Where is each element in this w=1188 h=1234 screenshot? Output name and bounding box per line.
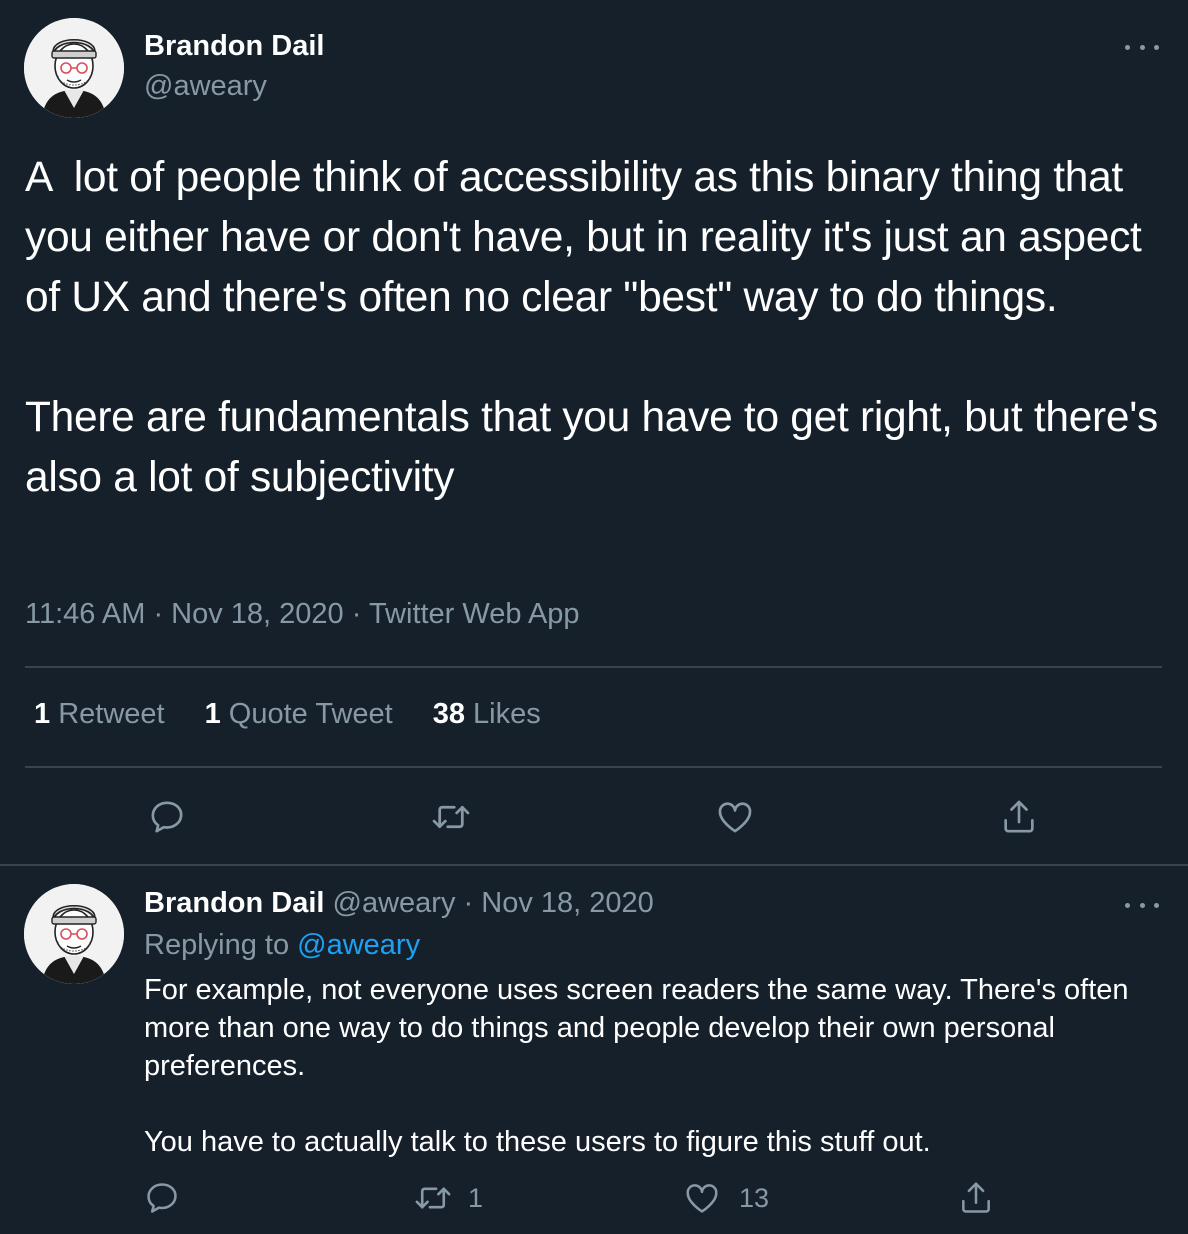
heart-icon [686, 1184, 718, 1213]
quotes-label: Quote Tweet [220, 698, 393, 730]
author-name[interactable]: Brandon Dail [144, 30, 324, 63]
reply-author-handle[interactable]: @aweary [333, 887, 456, 919]
retweet-icon [415, 1187, 451, 1209]
share-button[interactable] [954, 1176, 998, 1220]
more-dot [1154, 44, 1159, 50]
reply-header: Brandon Dail @aweary · Nov 18, 2020 [144, 887, 654, 920]
likes-count: 38 [432, 698, 465, 730]
tweet-metadata: 11:46 AM · Nov 18, 2020 · Twitter Web Ap… [25, 598, 580, 631]
tweet-text: A lot of people think of accessibility a… [25, 148, 1165, 508]
quotes-stat[interactable]: 1 Quote Tweet [205, 698, 393, 731]
likes-label: Likes [464, 698, 541, 730]
retweets-count: 1 [34, 698, 51, 730]
reply-text: For example, not everyone uses screen re… [144, 971, 1144, 1161]
share-icon [1004, 800, 1034, 833]
more-icon[interactable] [1125, 37, 1159, 57]
reply-button[interactable] [145, 795, 189, 839]
quotes-count: 1 [204, 698, 221, 730]
divider [25, 766, 1162, 768]
tweet-date[interactable]: Nov 18, 2020 [171, 598, 344, 630]
tweet-time[interactable]: 11:46 AM [25, 598, 145, 630]
retweets-label: Retweet [50, 698, 165, 730]
more-dot [1139, 902, 1145, 908]
replying-to-label: Replying to [144, 929, 298, 961]
meta-separator: · [455, 887, 482, 919]
more-icon[interactable] [1125, 895, 1159, 915]
retweets-stat[interactable]: 1 Retweet [34, 698, 165, 731]
meta-separator: · [145, 598, 172, 630]
reply-icon [151, 801, 183, 833]
retweet-button[interactable] [411, 1176, 455, 1220]
reply-paragraph: You have to actually talk to these users… [144, 1126, 931, 1158]
more-dot [1139, 44, 1145, 50]
replying-to: Replying to @aweary [144, 929, 420, 962]
tweet-stats: 1 Retweet 1 Quote Tweet 38 Likes [34, 698, 581, 731]
likes-stat[interactable]: 38 Likes [433, 698, 541, 731]
author-handle[interactable]: @aweary [144, 70, 267, 103]
more-dot [1154, 902, 1159, 908]
like-button[interactable] [713, 795, 757, 839]
avatar-illustration [24, 18, 124, 118]
meta-separator: · [343, 598, 369, 630]
share-icon [962, 1182, 990, 1213]
reply-date[interactable]: Nov 18, 2020 [481, 887, 654, 919]
tweet-paragraph: A lot of people think of accessibility a… [25, 154, 1154, 321]
replying-to-mention[interactable]: @aweary [297, 929, 420, 961]
share-button[interactable] [997, 795, 1041, 839]
tweet-paragraph: There are fundamentals that you have to … [25, 394, 1170, 501]
reply-icon [147, 1183, 177, 1213]
like-button[interactable] [680, 1176, 724, 1220]
reply-button[interactable] [140, 1176, 184, 1220]
heart-icon [718, 802, 752, 833]
author-avatar[interactable] [24, 18, 124, 118]
reply-author-avatar[interactable] [24, 884, 124, 984]
reply-retweet-count: 1 [468, 1183, 484, 1213]
tweet-source[interactable]: Twitter Web App [369, 598, 580, 630]
reply-like-count: 13 [739, 1183, 770, 1213]
reply-author-name[interactable]: Brandon Dail [144, 887, 324, 919]
tweet-separator [0, 864, 1188, 866]
retweet-button[interactable] [429, 795, 473, 839]
avatar-illustration [24, 884, 124, 984]
reply-paragraph: For example, not everyone uses screen re… [144, 974, 1137, 1082]
divider [25, 666, 1162, 668]
more-dot [1125, 902, 1130, 908]
more-dot [1125, 44, 1130, 50]
retweet-icon [432, 805, 470, 829]
